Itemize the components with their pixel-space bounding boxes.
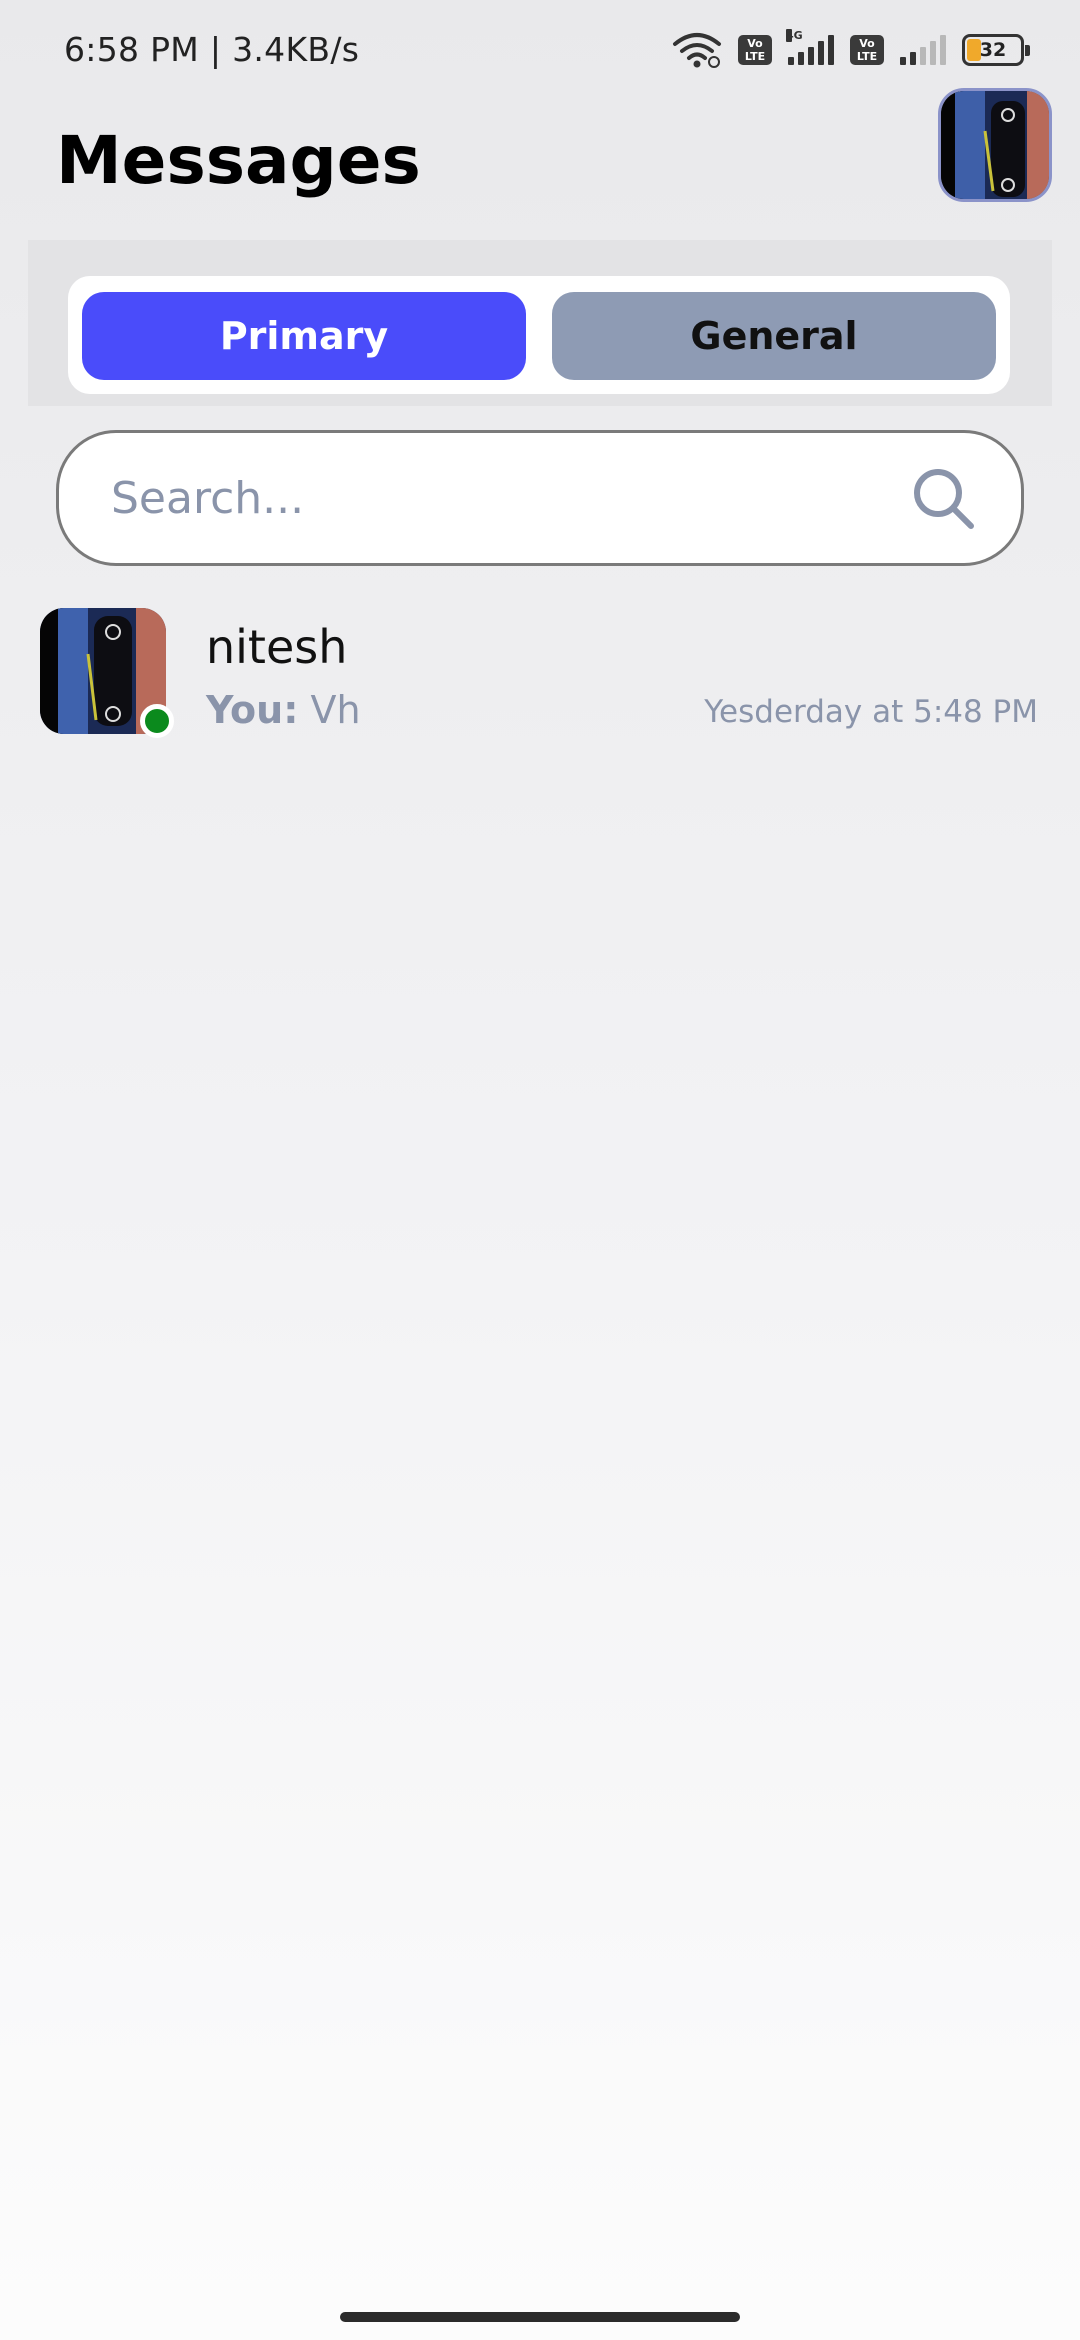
message-timestamp: Yesderday at 5:48 PM xyxy=(704,694,1038,730)
battery-level: 32 xyxy=(979,39,1007,61)
signal-icon-2 xyxy=(900,35,946,65)
network-type-label: 4G xyxy=(786,29,803,42)
search-input[interactable] xyxy=(111,472,909,524)
status-time: 6:58 PM | 3.4KB/s xyxy=(64,30,360,69)
search-icon[interactable] xyxy=(909,464,977,532)
page-title: Messages xyxy=(56,122,421,199)
volte-icon-2: Vo LTE xyxy=(850,35,884,65)
battery-icon: 32 xyxy=(962,34,1030,66)
wifi-icon xyxy=(673,33,721,68)
volte-icon: Vo LTE xyxy=(738,35,772,65)
signal-icon: 4G xyxy=(786,29,834,65)
contact-name: nitesh xyxy=(206,620,348,674)
status-bar: 6:58 PM | 3.4KB/s Vo LTE 4G Vo LTE 32 xyxy=(0,0,1080,100)
search-bar[interactable] xyxy=(56,430,1024,566)
last-message: Vh xyxy=(310,688,361,732)
profile-avatar[interactable] xyxy=(938,88,1052,202)
conversation-item[interactable]: nitesh You: Vh Yesderday at 5:48 PM xyxy=(0,600,1080,750)
tab-general[interactable]: General xyxy=(552,292,996,380)
tab-primary[interactable]: Primary xyxy=(82,292,526,380)
message-preview: You: Vh xyxy=(206,688,361,732)
online-status-dot xyxy=(140,704,174,738)
home-indicator[interactable] xyxy=(340,2312,740,2322)
sender-prefix: You: xyxy=(206,688,299,732)
status-icons: Vo LTE 4G Vo LTE 32 xyxy=(672,28,1030,72)
profile-photo-icon xyxy=(941,91,1049,199)
